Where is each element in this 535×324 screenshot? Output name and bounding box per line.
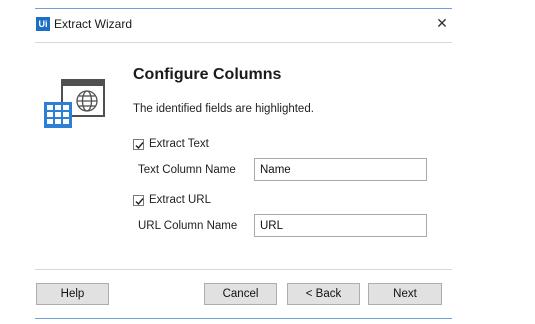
table-web-icon <box>44 79 105 128</box>
url-column-name-label: URL Column Name <box>138 220 238 232</box>
text-column-name-label: Text Column Name <box>138 164 236 176</box>
window-title: Extract Wizard <box>54 17 133 31</box>
text-column-name-input[interactable] <box>254 158 427 181</box>
window-border-top <box>35 8 452 9</box>
extract-url-checkbox[interactable]: Extract URL <box>133 194 211 206</box>
extract-text-checkbox[interactable]: Extract Text <box>133 138 209 150</box>
url-column-name-input[interactable] <box>254 214 427 237</box>
page-heading: Configure Columns <box>133 66 282 83</box>
cancel-button[interactable]: Cancel <box>204 283 277 305</box>
page-description: The identified fields are highlighted. <box>133 103 314 115</box>
footer-separator <box>35 269 452 270</box>
extract-text-label: Extract Text <box>149 138 209 150</box>
window-border-bottom <box>35 318 452 319</box>
checkbox-checked-icon <box>133 138 144 150</box>
checkbox-checked-icon <box>133 194 144 206</box>
close-button[interactable]: ✕ <box>436 16 448 30</box>
title-separator <box>35 42 452 43</box>
back-button[interactable]: < Back <box>287 283 360 305</box>
next-button[interactable]: Next <box>368 283 442 305</box>
help-button[interactable]: Help <box>36 283 109 305</box>
extract-wizard-dialog: Ui Extract Wizard ✕ Configure Columns Th… <box>0 0 452 324</box>
extract-url-label: Extract URL <box>149 194 211 206</box>
table-grid-icon <box>44 102 72 128</box>
uipath-logo-icon: Ui <box>36 17 50 31</box>
